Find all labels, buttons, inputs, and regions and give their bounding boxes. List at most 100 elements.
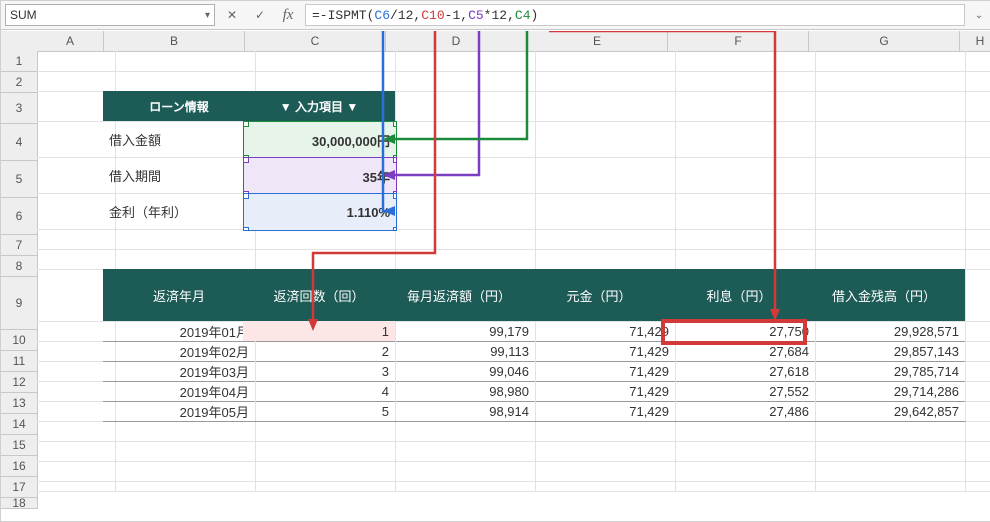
cell-E17[interactable]	[523, 461, 676, 482]
schedule-bal-row11[interactable]: 29,857,143	[803, 341, 966, 362]
cell-E6[interactable]	[523, 193, 676, 230]
schedule-int-row10[interactable]: 27,750	[663, 321, 816, 342]
schedule-pmt-row12[interactable]: 99,046	[383, 361, 536, 382]
cell-F4[interactable]	[663, 121, 816, 158]
cell-C16[interactable]	[243, 441, 396, 462]
worksheet[interactable]: ABCDEFGH 123456789101112131415161718 ローン…	[1, 31, 990, 521]
cell-F1[interactable]	[663, 51, 816, 72]
schedule-ym-row12[interactable]: 2019年03月	[103, 361, 256, 382]
row-header-16[interactable]: 16	[1, 456, 38, 477]
schedule-bal-row10[interactable]: 29,928,571	[803, 321, 966, 342]
cell-C18[interactable]	[243, 481, 396, 492]
cell-C15[interactable]	[243, 421, 396, 442]
formula-input[interactable]: =-ISPMT(C6/12,C10-1,C5*12,C4)	[305, 4, 965, 26]
cell-D15[interactable]	[383, 421, 536, 442]
schedule-n-row14[interactable]: 5	[243, 401, 396, 422]
cell-F6[interactable]	[663, 193, 816, 230]
cell-G18[interactable]	[803, 481, 966, 492]
column-header-A[interactable]: A	[37, 31, 104, 52]
row-header-2[interactable]: 2	[1, 72, 38, 93]
row-header-6[interactable]: 6	[1, 198, 38, 235]
column-header-B[interactable]: B	[104, 31, 245, 52]
cell-H17[interactable]	[953, 461, 990, 482]
cell-H3[interactable]	[953, 91, 990, 122]
row-header-5[interactable]: 5	[1, 161, 38, 198]
schedule-ym-row13[interactable]: 2019年04月	[103, 381, 256, 402]
cell-B18[interactable]	[103, 481, 256, 492]
column-header-G[interactable]: G	[809, 31, 960, 52]
row-header-4[interactable]: 4	[1, 124, 38, 161]
cell-F15[interactable]	[663, 421, 816, 442]
cell-F5[interactable]	[663, 157, 816, 194]
column-header-F[interactable]: F	[668, 31, 809, 52]
cell-B15[interactable]	[103, 421, 256, 442]
cell-B16[interactable]	[103, 441, 256, 462]
schedule-pmt-row10[interactable]: 99,179	[383, 321, 536, 342]
cell-H18[interactable]	[953, 481, 990, 492]
loan-value-row4[interactable]: 30,000,000円	[243, 121, 397, 159]
cell-E18[interactable]	[523, 481, 676, 492]
cell-H16[interactable]	[953, 441, 990, 462]
cell-B17[interactable]	[103, 461, 256, 482]
row-header-9[interactable]: 9	[1, 277, 38, 330]
schedule-int-row12[interactable]: 27,618	[663, 361, 816, 382]
cell-H5[interactable]	[953, 157, 990, 194]
row-header-15[interactable]: 15	[1, 435, 38, 456]
cell-E7[interactable]	[523, 229, 676, 250]
cell-F7[interactable]	[663, 229, 816, 250]
cell-F17[interactable]	[663, 461, 816, 482]
cell-G15[interactable]	[803, 421, 966, 442]
cell-E3[interactable]	[523, 91, 676, 122]
cell-D3[interactable]	[383, 91, 536, 122]
cell-G6[interactable]	[803, 193, 966, 230]
cell-H6[interactable]	[953, 193, 990, 230]
accept-formula-button[interactable]: ✓	[249, 4, 271, 26]
row-header-7[interactable]: 7	[1, 235, 38, 256]
fx-button[interactable]: fx	[277, 4, 299, 26]
schedule-n-row11[interactable]: 2	[243, 341, 396, 362]
schedule-prin-row14[interactable]: 71,429	[523, 401, 676, 422]
cell-D6[interactable]	[383, 193, 536, 230]
cell-E4[interactable]	[523, 121, 676, 158]
schedule-int-row13[interactable]: 27,552	[663, 381, 816, 402]
row-header-12[interactable]: 12	[1, 372, 38, 393]
cell-G4[interactable]	[803, 121, 966, 158]
formula-expand-button[interactable]: ⌄	[971, 10, 987, 21]
schedule-pmt-row14[interactable]: 98,914	[383, 401, 536, 422]
schedule-ym-row14[interactable]: 2019年05月	[103, 401, 256, 422]
cell-F2[interactable]	[663, 71, 816, 92]
cell-B7[interactable]	[103, 229, 256, 250]
cell-H8[interactable]	[953, 249, 990, 270]
cell-E15[interactable]	[523, 421, 676, 442]
cancel-formula-button[interactable]: ✕	[221, 4, 243, 26]
cell-G5[interactable]	[803, 157, 966, 194]
cell-G8[interactable]	[803, 249, 966, 270]
cell-E8[interactable]	[523, 249, 676, 270]
row-header-11[interactable]: 11	[1, 351, 38, 372]
column-header-H[interactable]: H	[960, 31, 990, 52]
loan-value-row6[interactable]: 1.110%	[243, 193, 397, 231]
cell-H2[interactable]	[953, 71, 990, 92]
column-header-D[interactable]: D	[386, 31, 527, 52]
row-header-13[interactable]: 13	[1, 393, 38, 414]
schedule-n-row13[interactable]: 4	[243, 381, 396, 402]
cell-D17[interactable]	[383, 461, 536, 482]
schedule-prin-row11[interactable]: 71,429	[523, 341, 676, 362]
cell-H4[interactable]	[953, 121, 990, 158]
row-header-3[interactable]: 3	[1, 93, 38, 124]
column-header-E[interactable]: E	[527, 31, 668, 52]
cell-D8[interactable]	[383, 249, 536, 270]
cell-D7[interactable]	[383, 229, 536, 250]
column-header-C[interactable]: C	[245, 31, 386, 52]
schedule-pmt-row13[interactable]: 98,980	[383, 381, 536, 402]
schedule-int-row11[interactable]: 27,684	[663, 341, 816, 362]
name-box[interactable]: SUM ▾	[5, 4, 215, 26]
row-header-17[interactable]: 17	[1, 477, 38, 498]
cell-D4[interactable]	[383, 121, 536, 158]
cell-G2[interactable]	[803, 71, 966, 92]
cell-E1[interactable]	[523, 51, 676, 72]
cell-G7[interactable]	[803, 229, 966, 250]
cell-D18[interactable]	[383, 481, 536, 492]
select-all-corner[interactable]	[1, 31, 38, 52]
cell-D1[interactable]	[383, 51, 536, 72]
